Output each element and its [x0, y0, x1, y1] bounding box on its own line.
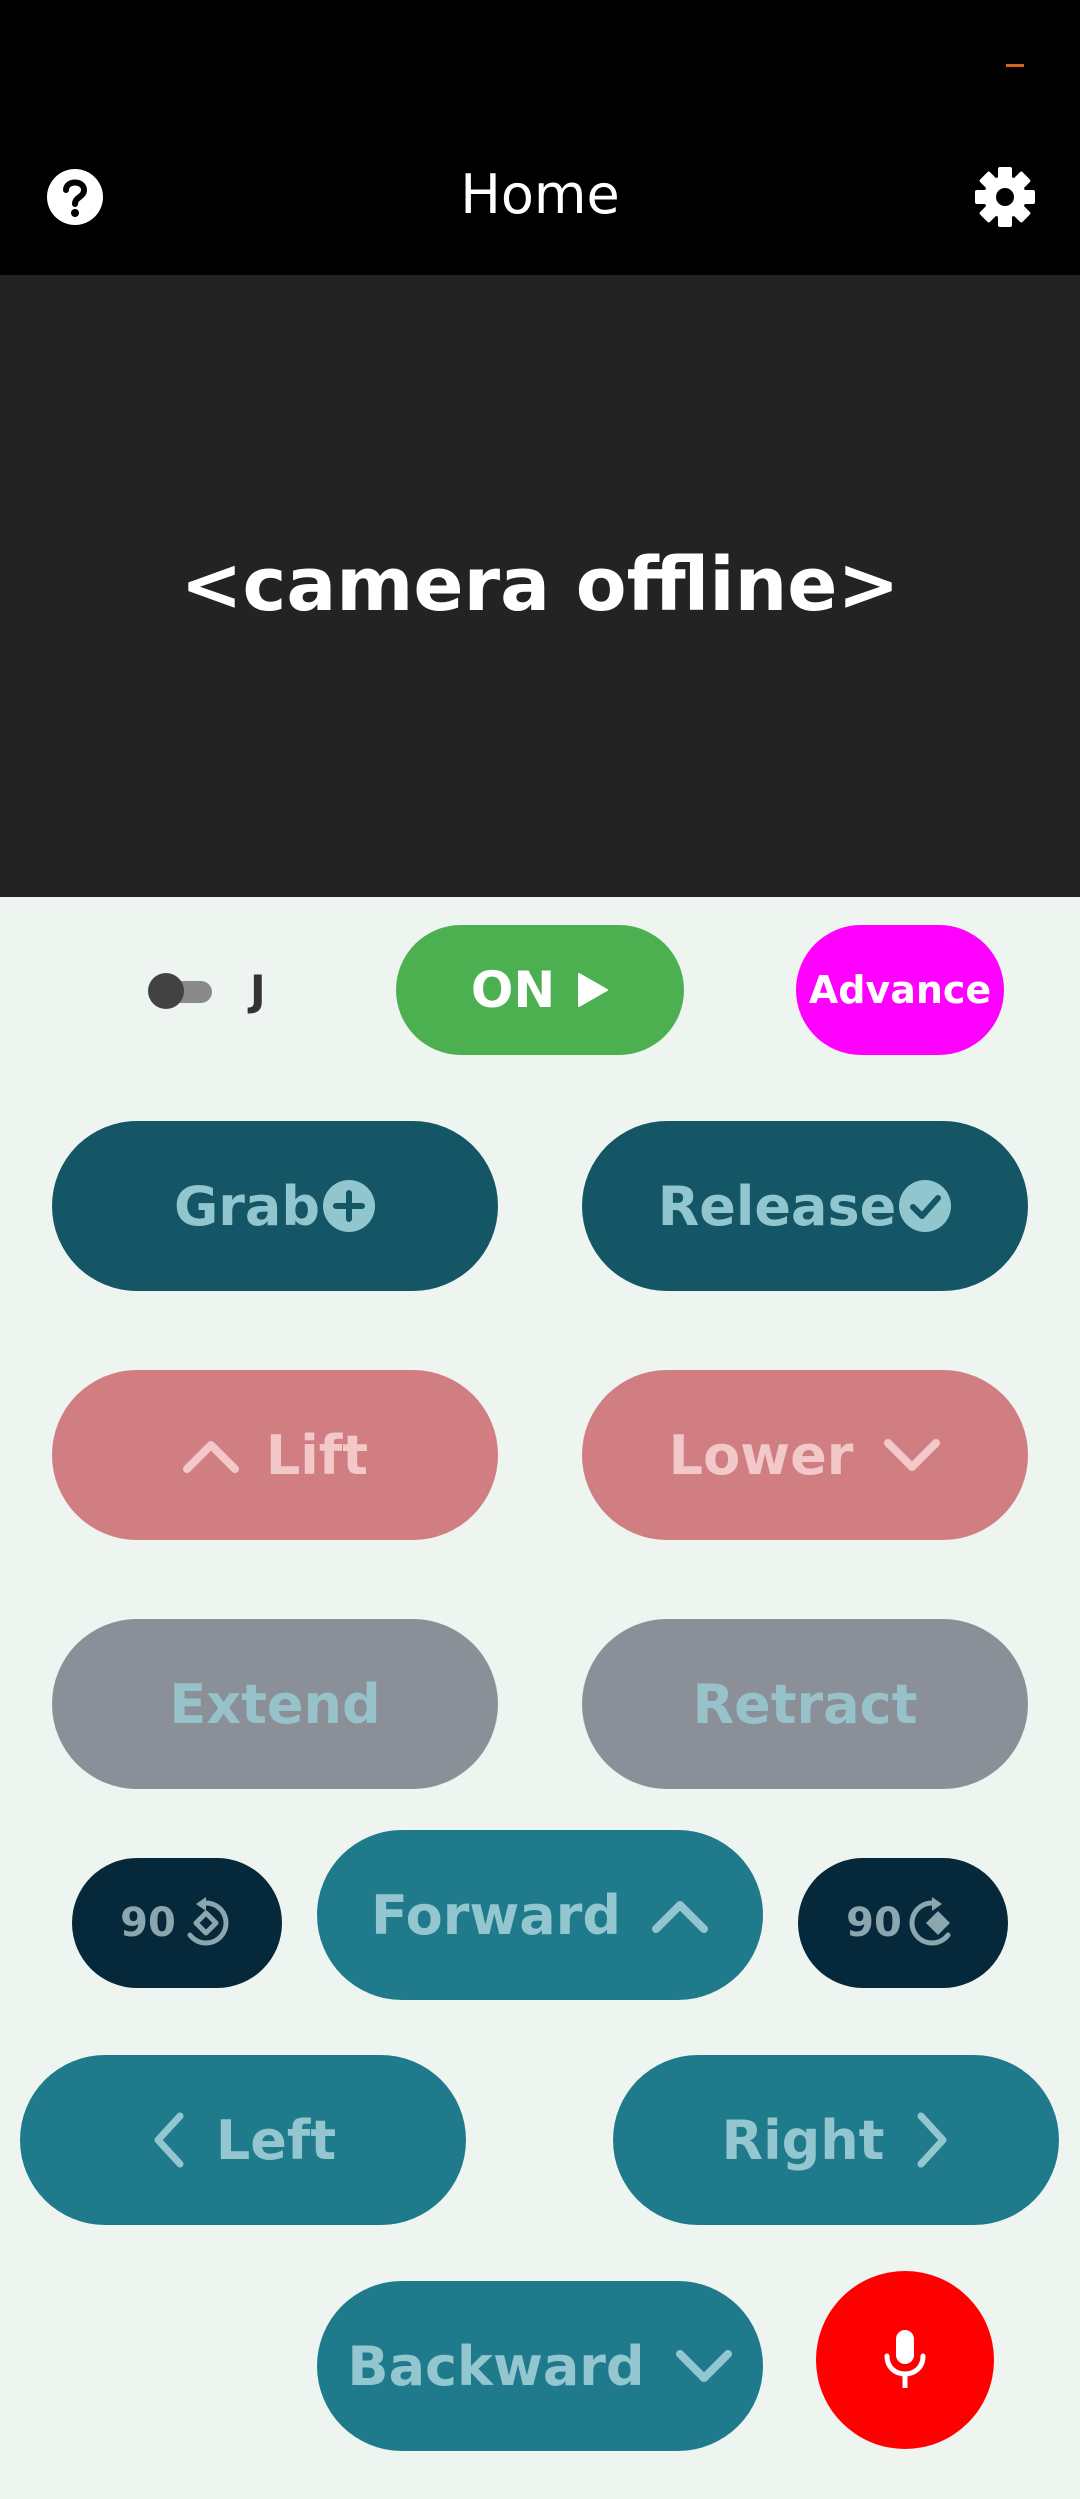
- j-toggle-switch[interactable]: [148, 973, 214, 1009]
- toggle-knob: [148, 973, 184, 1009]
- chevron-right-icon: [917, 2112, 946, 2168]
- advance-button[interactable]: Advance: [796, 925, 1004, 1055]
- rotate-left-90-button[interactable]: 90: [72, 1858, 282, 1988]
- play-icon: [578, 973, 609, 1007]
- chevron-up-icon: [652, 1901, 709, 1933]
- rotate-left-icon: [187, 1897, 229, 1946]
- check-circle-icon: [899, 1180, 952, 1232]
- backward-label: Backward: [347, 2334, 645, 2398]
- extend-button[interactable]: Extend: [52, 1619, 498, 1789]
- status-indicator: [1006, 64, 1024, 67]
- retract-button[interactable]: Retract: [582, 1619, 1028, 1789]
- forward-label: Forward: [370, 1883, 622, 1947]
- release-button[interactable]: Release: [582, 1121, 1028, 1291]
- microphone-icon: [884, 2330, 926, 2388]
- chevron-down-icon: [675, 2350, 732, 2382]
- lower-label: Lower: [668, 1423, 854, 1487]
- rotate-right-90-button[interactable]: 90: [798, 1858, 1008, 1988]
- toggle-label: J: [250, 966, 266, 1015]
- chevron-left-icon: [154, 2112, 184, 2168]
- camera-view: <camera offline>: [0, 275, 1080, 897]
- on-button[interactable]: ON: [396, 925, 684, 1055]
- right-label: Right: [721, 2108, 885, 2172]
- grab-label: Grab: [173, 1174, 321, 1238]
- left-button[interactable]: Left: [20, 2055, 466, 2225]
- lift-button[interactable]: Lift: [52, 1370, 498, 1540]
- chevron-down-icon: [884, 1439, 941, 1471]
- backward-button[interactable]: Backward: [317, 2281, 763, 2451]
- forward-button[interactable]: Forward: [317, 1830, 763, 2000]
- status-bar: [0, 0, 1080, 140]
- app-bar: Home: [0, 140, 1080, 275]
- chevron-up-icon: [182, 1441, 239, 1473]
- plus-circle-icon: [323, 1180, 376, 1232]
- lift-label: Lift: [265, 1423, 369, 1487]
- left-label: Left: [215, 2108, 337, 2172]
- settings-button[interactable]: [972, 164, 1038, 230]
- rotate-right-label: 90: [846, 1900, 902, 1946]
- advance-button-label: Advance: [808, 968, 992, 1012]
- on-button-label: ON: [470, 961, 556, 1019]
- right-button[interactable]: Right: [613, 2055, 1059, 2225]
- release-label: Release: [657, 1174, 897, 1238]
- retract-label: Retract: [692, 1672, 918, 1736]
- rotate-left-label: 90: [120, 1900, 176, 1946]
- rotate-right-icon: [909, 1897, 951, 1946]
- extend-label: Extend: [169, 1672, 381, 1736]
- grab-button[interactable]: Grab: [52, 1121, 498, 1291]
- page-title: Home: [460, 163, 620, 226]
- settings-gear-icon: [975, 167, 1035, 227]
- camera-status-text: <camera offline>: [180, 542, 900, 628]
- voice-command-button[interactable]: [816, 2271, 994, 2449]
- lower-button[interactable]: Lower: [582, 1370, 1028, 1540]
